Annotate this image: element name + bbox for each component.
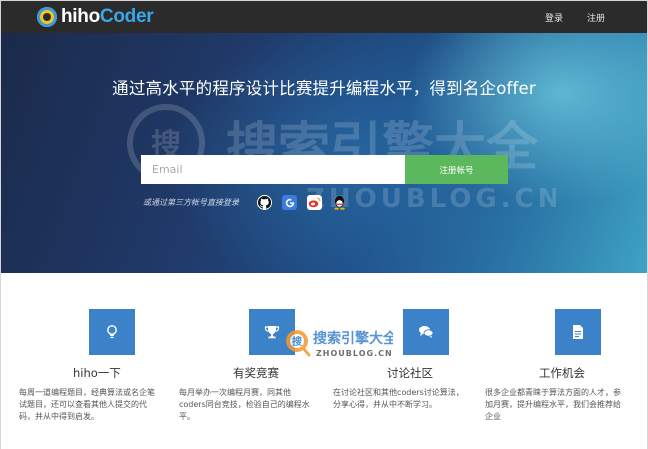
trophy-icon[interactable]	[249, 309, 295, 355]
register-link[interactable]: 注册	[587, 11, 605, 24]
document-icon[interactable]	[555, 309, 601, 355]
logo-text-prefix: hiho	[61, 6, 100, 27]
feature-hiho-weekly: hiho一下 每周一道编程题目，经典算法或名企笔试题目，还可以查看其他人提交的代…	[19, 309, 179, 423]
chat-icon[interactable]	[403, 309, 449, 355]
third-party-login: 或通过第三方帐号直接登录	[143, 195, 382, 210]
register-account-button[interactable]: 注册帐号	[405, 155, 508, 184]
logo-text-suffix: Coder	[99, 6, 154, 27]
feature-discussion: 讨论社区 在讨论社区和其他coders讨论算法，分享心得，并从中不断学习。	[333, 309, 493, 411]
feature-prize-contest: 有奖竞赛 每月举办一次编程月赛，同其他coders同台竞技，检验自己的编程水平。	[179, 309, 339, 423]
feature-title: 工作机会	[539, 366, 585, 380]
signup-form: 注册帐号	[141, 155, 508, 184]
lightbulb-icon[interactable]	[89, 309, 135, 355]
feature-description: 每周一道编程题目，经典算法或名企笔试题目，还可以查看其他人提交的代码，并从中得到…	[19, 388, 155, 421]
qq-icon[interactable]	[332, 195, 347, 210]
logo-target-icon	[37, 7, 57, 27]
nav-links: 登录 注册	[521, 1, 605, 33]
social-login-icons	[257, 195, 382, 210]
features-section: hiho一下 每周一道编程题目，经典算法或名企笔试题目，还可以查看其他人提交的代…	[1, 273, 647, 449]
google-icon[interactable]	[282, 195, 297, 210]
feature-title: hiho一下	[73, 366, 121, 380]
email-input[interactable]	[141, 155, 405, 184]
hero-title: 通过高水平的程序设计比赛提升编程水平，得到名企offer	[112, 79, 536, 98]
hero-banner: 搜 搜索引擎大全 ZHOUBLOG.CN 通过高水平的程序设计比赛提升编程水平，…	[1, 33, 647, 273]
feature-description: 很多企业都青睐于算法方面的人才，参加月赛，提升编程水平，我们会推荐给企业	[485, 388, 621, 421]
top-navbar: hihoCoder 登录 注册	[1, 1, 647, 33]
feature-description: 每月举办一次编程月赛，同其他coders同台竞技，检验自己的编程水平。	[179, 388, 310, 421]
site-logo[interactable]: hihoCoder	[37, 6, 154, 28]
feature-title: 讨论社区	[387, 366, 433, 380]
third-party-login-text: 或通过第三方帐号直接登录	[143, 198, 239, 207]
login-link[interactable]: 登录	[545, 11, 563, 24]
feature-description: 在讨论社区和其他coders讨论算法，分享心得，并从中不断学习。	[333, 388, 464, 409]
microsoft-icon[interactable]	[357, 195, 372, 210]
feature-job-opportunity: 工作机会 很多企业都青睐于算法方面的人才，参加月赛，提升编程水平，我们会推荐给企…	[485, 309, 645, 423]
feature-title: 有奖竞赛	[233, 366, 279, 380]
github-icon[interactable]	[257, 195, 272, 210]
weibo-icon[interactable]	[307, 195, 322, 210]
